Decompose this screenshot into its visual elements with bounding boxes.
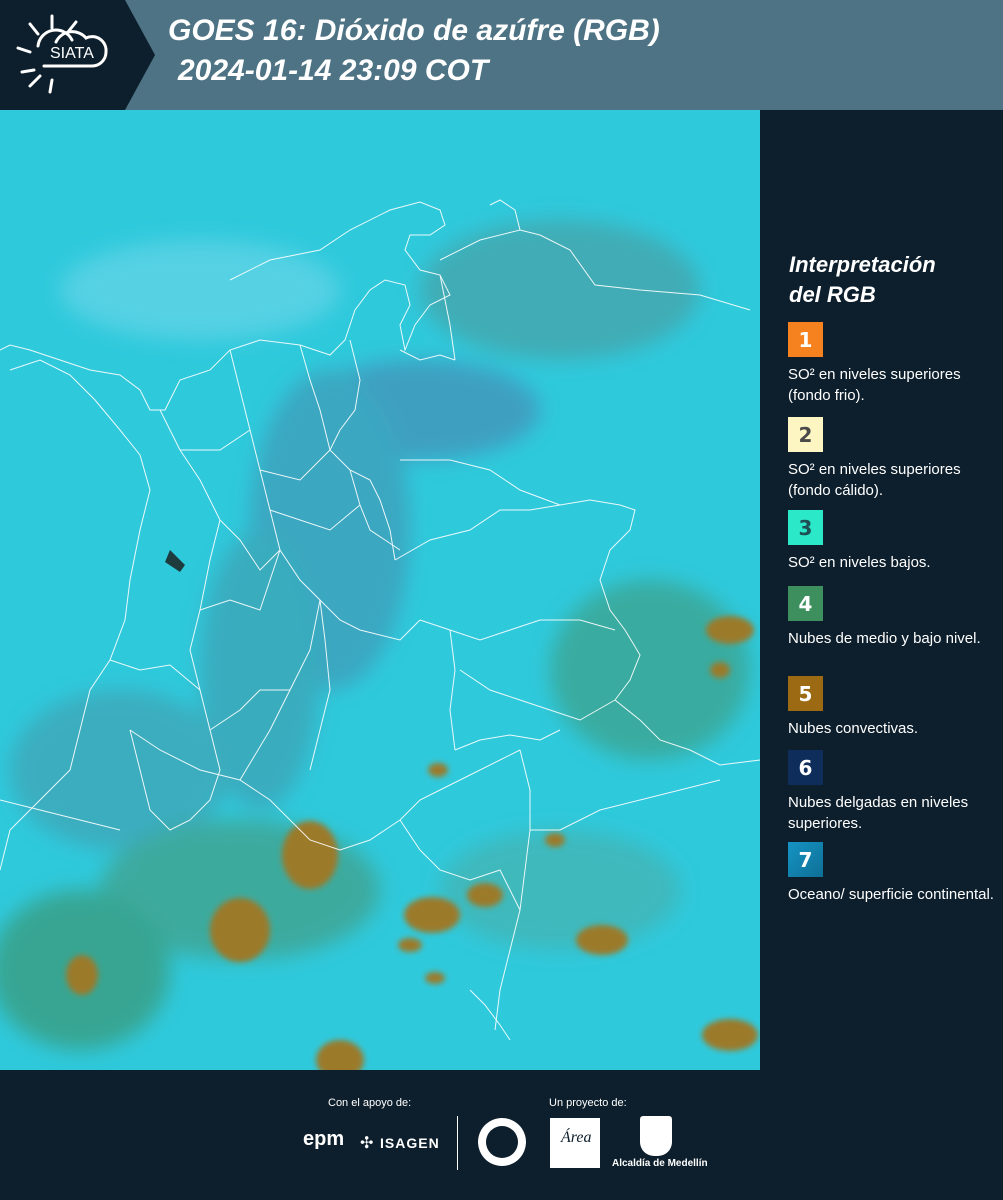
area-metropolitana-logo: Área — [550, 1118, 600, 1168]
satellite-map — [0, 110, 760, 1070]
legend-swatch: 3 — [788, 510, 823, 545]
legend-item-3: 3 SO² en niveles bajos. — [788, 510, 998, 573]
legend-item-1: 1 SO² en niveles superiores (fondo frio)… — [788, 322, 998, 406]
isagen-logo: ISAGEN — [380, 1135, 440, 1151]
legend-swatch: 7 — [788, 842, 823, 877]
legend-swatch: 1 — [788, 322, 823, 357]
siata-logo: SIATA — [0, 0, 155, 110]
legend-swatch: 4 — [788, 586, 823, 621]
isagen-icon: ✣ — [360, 1135, 374, 1152]
legend-title-line1: Interpretación — [789, 252, 936, 277]
support-label: Con el apoyo de: — [328, 1097, 412, 1109]
legend-title: Interpretación del RGB — [789, 250, 989, 310]
legend-item-7: 7 Oceano/ superficie continental. — [788, 842, 998, 905]
legend-title-line2: del RGB — [789, 282, 876, 307]
legend-item-4: 4 Nubes de medio y bajo nivel. — [788, 586, 998, 649]
alcaldia-label: Alcaldía de Medellín — [612, 1158, 708, 1169]
siata-logo-text: SIATA — [50, 45, 94, 62]
legend-item-5: 5 Nubes convectivas. — [788, 676, 998, 739]
legend-label: SO² en niveles superiores (fondo cálido)… — [788, 461, 961, 499]
legend-swatch: 2 — [788, 417, 823, 452]
page-title: GOES 16: Dióxido de azúfre (RGB) — [168, 14, 660, 47]
legend-swatch: 6 — [788, 750, 823, 785]
alcaldia-shield-icon — [640, 1116, 672, 1156]
epm-logo: epm — [303, 1128, 345, 1150]
legend-item-6: 6 Nubes delgadas en niveles superiores. — [788, 750, 998, 834]
medellin-seal-icon — [478, 1118, 526, 1166]
legend-swatch: 5 — [788, 676, 823, 711]
footer: Con el apoyo de: Un proyecto de: epm ✣ I… — [0, 1070, 1003, 1200]
footer-divider — [457, 1116, 458, 1170]
legend-label: Nubes de medio y bajo nivel. — [788, 630, 981, 647]
legend-label: SO² en niveles superiores (fondo frio). — [788, 366, 961, 404]
header-bar: SIATA GOES 16: Dióxido de azúfre (RGB) 2… — [0, 0, 1003, 110]
legend-label: Nubes delgadas en niveles superiores. — [788, 794, 969, 832]
legend-panel: Interpretación del RGB 1 SO² en niveles … — [760, 110, 1003, 1070]
page-timestamp: 2024-01-14 23:09 COT — [178, 54, 489, 87]
legend-label: Oceano/ superficie continental. — [788, 886, 994, 903]
project-label: Un proyecto de: — [549, 1097, 627, 1109]
legend-label: SO² en niveles bajos. — [788, 554, 931, 571]
legend-label: Nubes convectivas. — [788, 720, 919, 737]
legend-item-2: 2 SO² en niveles superiores (fondo cálid… — [788, 417, 998, 508]
